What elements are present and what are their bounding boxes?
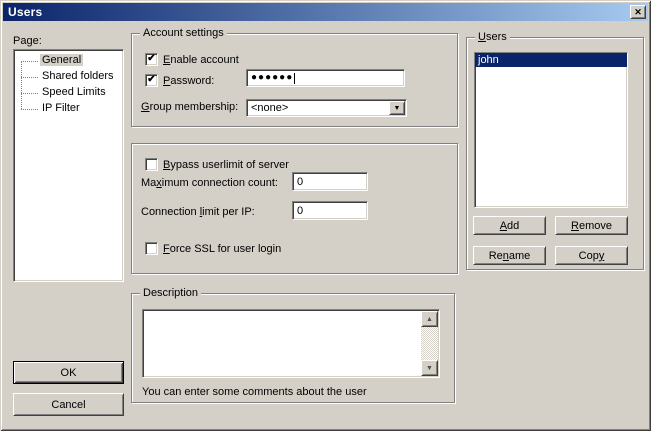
check-icon: ✔ (147, 54, 155, 64)
enable-account-label: Enable account (163, 54, 239, 66)
max-connection-count-input[interactable]: 0 (292, 172, 368, 191)
description-legend: Description (140, 287, 201, 300)
window-title: Users (8, 5, 42, 19)
group-membership-label: Group membership: (141, 101, 238, 114)
description-hint: You can enter some comments about the us… (142, 386, 367, 399)
tree-item-shared-folders[interactable]: Shared folders (14, 69, 123, 85)
group-membership-select[interactable]: <none> ▼ (246, 99, 407, 117)
chevron-down-icon: ▼ (394, 105, 401, 112)
remove-button[interactable]: Remove (555, 216, 628, 235)
page-tree[interactable]: General Shared folders Speed Limits IP F… (13, 49, 124, 282)
scrollbar-down-button[interactable]: ▼ (421, 360, 438, 376)
tree-item-label: Shared folders (40, 70, 116, 82)
page-label: Page: (13, 35, 42, 48)
group-membership-value: <none> (251, 102, 288, 115)
bypass-userlimit-checkbox[interactable]: Bypass userlimit of server (145, 157, 289, 172)
arrow-up-icon: ▲ (426, 316, 433, 323)
tree-item-label: IP Filter (40, 102, 82, 114)
enable-account-checkbox[interactable]: ✔ Enable account (145, 52, 239, 67)
password-input[interactable]: ●●●●●● (246, 69, 405, 87)
close-button[interactable]: ✕ (630, 5, 646, 19)
bypass-userlimit-label: Bypass userlimit of server (163, 159, 289, 171)
password-masked-value: ●●●●●● (251, 73, 293, 83)
add-button[interactable]: Add (473, 216, 546, 235)
copy-button-label: Copy (579, 250, 605, 262)
max-connection-count-label: Maximum connection count: (141, 177, 278, 190)
users-dialog: Users ✕ Page: General Shared folders Spe… (0, 0, 651, 431)
arrow-down-icon: ▼ (426, 365, 433, 372)
cancel-button[interactable]: Cancel (13, 393, 124, 416)
users-legend: Users (475, 31, 510, 44)
ok-button[interactable]: OK (13, 361, 124, 384)
checkbox-box (145, 158, 158, 171)
description-textarea[interactable]: ▲ ▼ (142, 309, 440, 378)
max-connection-count-value: 0 (297, 176, 303, 188)
titlebar: Users ✕ (3, 3, 648, 21)
rename-button-label: Rename (489, 250, 531, 262)
tree-item-label: Speed Limits (40, 86, 108, 98)
force-ssl-checkbox[interactable]: Force SSL for user login (145, 241, 281, 256)
copy-button[interactable]: Copy (555, 246, 628, 265)
scrollbar-track[interactable] (421, 327, 438, 360)
checkbox-box: ✔ (145, 74, 158, 87)
tree-item-label: General (40, 54, 83, 66)
password-checkbox[interactable]: ✔ Password: (145, 73, 214, 88)
remove-button-label: Remove (571, 220, 612, 232)
check-icon: ✔ (147, 75, 155, 85)
tree-item-speed-limits[interactable]: Speed Limits (14, 85, 123, 101)
scrollbar-up-button[interactable]: ▲ (421, 311, 438, 327)
close-icon: ✕ (634, 8, 642, 17)
force-ssl-label: Force SSL for user login (163, 243, 281, 255)
checkbox-box (145, 242, 158, 255)
description-scrollbar[interactable]: ▲ ▼ (421, 311, 438, 376)
tree-item-ip-filter[interactable]: IP Filter (14, 101, 123, 117)
dropdown-button[interactable]: ▼ (389, 101, 405, 115)
connection-limit-per-ip-value: 0 (297, 205, 303, 217)
add-button-label: Add (500, 220, 520, 232)
list-item-john[interactable]: john (475, 53, 627, 67)
password-label: Password: (163, 75, 214, 87)
connection-limit-per-ip-input[interactable]: 0 (292, 201, 368, 220)
users-listbox[interactable]: john (474, 52, 628, 208)
account-settings-legend: Account settings (140, 27, 227, 40)
text-caret (294, 73, 295, 84)
checkbox-box: ✔ (145, 53, 158, 66)
tree-item-general[interactable]: General (14, 53, 123, 69)
rename-button[interactable]: Rename (473, 246, 546, 265)
connection-limit-per-ip-label: Connection limit per IP: (141, 206, 255, 219)
